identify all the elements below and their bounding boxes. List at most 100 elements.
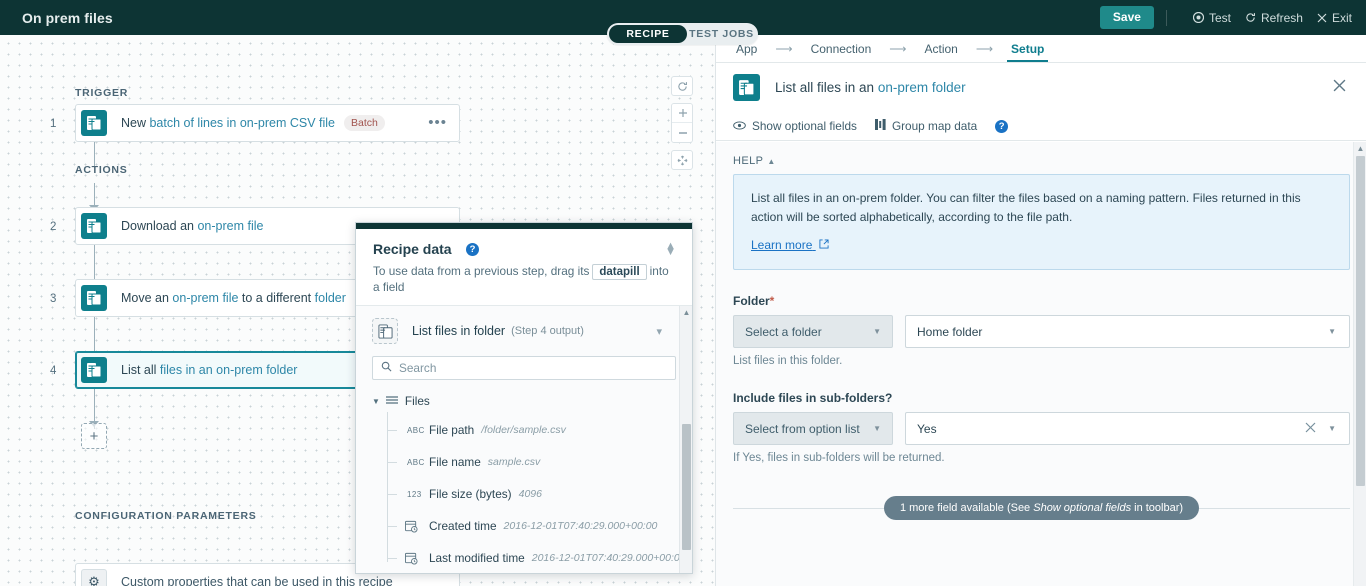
scroll-up-icon[interactable]: ▲ [680, 306, 692, 318]
datapill-tree: ▼ Files ABC File path /folder/sample.csv… [356, 394, 692, 574]
clear-icon[interactable] [1305, 421, 1316, 436]
chevron-up-icon[interactable]: ▲ [767, 157, 775, 166]
breadcrumb: App ⟶ Connection ⟶ Action ⟶ Setup [716, 35, 1366, 63]
datapill-sample-value: 2016-12-01T07:40:29.000+00:00 [532, 552, 686, 564]
group-map-icon [875, 119, 886, 133]
file-list-icon [81, 213, 107, 239]
search-box[interactable] [372, 356, 676, 380]
scrollbar-thumb[interactable] [682, 424, 691, 550]
help-section-label[interactable]: HELP▲ [733, 155, 1350, 167]
add-step-button[interactable]: + [81, 423, 107, 449]
chevron-down-icon[interactable]: ▼ [1328, 327, 1336, 336]
subfolders-value-field[interactable]: Yes ▼ [905, 412, 1350, 445]
refresh-button[interactable]: Refresh [1245, 11, 1303, 25]
step-card-1[interactable]: New batch of lines in on-prem CSV file B… [75, 104, 460, 142]
question-mark-icon[interactable]: ? [466, 243, 479, 256]
step-3-link[interactable]: on-prem file [172, 291, 238, 305]
recipe-data-source-row[interactable]: List files in folder (Step 4 output) ▾ [356, 306, 692, 344]
breadcrumb-setup[interactable]: Setup [1007, 42, 1048, 62]
show-optional-fields-button[interactable]: Show optional fields [733, 119, 857, 133]
datapill-row[interactable]: Last modified time 2016-12-01T07:40:29.0… [372, 542, 692, 574]
arrow-right-icon: ⟶ [875, 42, 920, 62]
chevron-down-icon: ▼ [873, 327, 881, 336]
toolbar-divider [1166, 10, 1167, 26]
scrollbar-thumb[interactable] [1356, 156, 1365, 486]
subfolders-hint: If Yes, files in sub-folders will be ret… [733, 452, 1350, 464]
action-title-link[interactable]: on-prem folder [878, 80, 966, 95]
number-type-icon: 123 [407, 490, 429, 499]
required-asterisk: * [770, 294, 775, 308]
folder-type-select[interactable]: Select a folder ▼ [733, 315, 893, 348]
abc-type-icon: ABC [407, 426, 429, 435]
fit-to-screen-icon[interactable] [671, 150, 693, 170]
test-button[interactable]: Test [1193, 11, 1231, 25]
caret-down-icon[interactable]: ▼ [372, 397, 380, 406]
recipe-data-body: List files in folder (Step 4 output) ▾ ▼… [356, 306, 692, 574]
chevron-down-icon[interactable]: ▼ [1328, 424, 1336, 433]
action-title-text: List all files in an [775, 80, 878, 95]
more-fields-badge[interactable]: 1 more field available (See Show optiona… [884, 496, 1199, 520]
datapill-sample-value: 4096 [519, 488, 542, 500]
plus-icon[interactable] [672, 104, 693, 123]
abc-type-icon: ABC [407, 458, 429, 467]
help-box: List all files in an on-prem folder. You… [733, 174, 1350, 270]
datapill-row[interactable]: ABC File path /folder/sample.csv [372, 414, 692, 446]
learn-more-link[interactable]: Learn more [751, 238, 829, 252]
step-3-link2[interactable]: folder [315, 291, 346, 305]
scroll-up-icon[interactable]: ▲ [1354, 142, 1366, 154]
close-icon[interactable] [1333, 79, 1346, 96]
step-1-menu-button[interactable]: ••• [428, 119, 447, 127]
collapse-toggle-icon[interactable]: ▲▼ [665, 243, 676, 255]
tab-recipe[interactable]: RECIPE [609, 25, 687, 43]
learn-more-label: Learn more [751, 238, 812, 252]
datapill-row[interactable]: 123 File size (bytes) 4096 [372, 478, 692, 510]
group-map-data-button[interactable]: Group map data [875, 119, 977, 133]
breadcrumb-connection[interactable]: Connection [807, 42, 876, 62]
source-step-output: (Step 4 output) [511, 325, 584, 337]
search-input[interactable] [399, 361, 659, 375]
chevron-down-icon[interactable]: ▾ [656, 325, 662, 338]
breadcrumb-app[interactable]: App [732, 42, 761, 62]
mode-tabs: RECIPE TEST JOBS [607, 23, 758, 45]
step-2-text-before: Download an [121, 219, 197, 233]
datapill-sample-value: sample.csv [488, 456, 541, 468]
action-toolbar: Show optional fields Group map data ? [716, 112, 1366, 141]
minus-icon[interactable] [672, 123, 693, 142]
subtitle-before: To use data from a previous step, drag i… [373, 264, 589, 278]
breadcrumb-action[interactable]: Action [920, 42, 961, 62]
more-fields-text-after: in toolbar) [1131, 502, 1183, 514]
step-2-link[interactable]: on-prem file [197, 219, 263, 233]
more-fields-text-italic: Show optional fields [1033, 502, 1131, 514]
folder-value-text: Home folder [917, 325, 982, 339]
field-row-subfolders: Select from option list ▼ Yes ▼ [733, 412, 1350, 445]
recipe-data-scrollbar[interactable]: ▲ ▼ [679, 306, 692, 574]
app-root: On prem files Save Test Refresh Exit [0, 0, 1366, 586]
tree-group-files[interactable]: ▼ Files [372, 394, 692, 408]
step-number-4: 4 [50, 365, 56, 377]
exit-button[interactable]: Exit [1317, 11, 1352, 25]
step-number-2: 2 [50, 221, 56, 233]
config-pane-scrollbar[interactable]: ▲ [1353, 142, 1366, 586]
datapill-row[interactable]: Created time 2016-12-01T07:40:29.000+00:… [372, 510, 692, 542]
datapill-label: File path [429, 423, 474, 437]
step-label-2: Download an on-prem file [121, 219, 263, 233]
question-mark-icon[interactable]: ? [995, 120, 1008, 133]
reset-icon[interactable] [671, 76, 693, 96]
source-step-name: List files in folder [412, 324, 505, 338]
folder-hint: List files in this folder. [733, 355, 1350, 367]
gear-icon: ⚙ [81, 569, 107, 586]
datapill-chip[interactable]: datapill [592, 264, 646, 280]
step-4-link[interactable]: files in an on-prem folder [160, 363, 298, 377]
datapill-row[interactable]: ABC File name sample.csv [372, 446, 692, 478]
show-optional-fields-label: Show optional fields [752, 119, 857, 133]
tab-test-jobs[interactable]: TEST JOBS [687, 25, 756, 43]
action-config-pane: App ⟶ Connection ⟶ Action ⟶ Setup List a… [715, 35, 1366, 586]
subfolders-type-select[interactable]: Select from option list ▼ [733, 412, 893, 445]
test-icon [1193, 12, 1204, 23]
save-button[interactable]: Save [1100, 6, 1154, 29]
folder-value-field[interactable]: Home folder ▼ [905, 315, 1350, 348]
step-1-link[interactable]: batch of lines in on-prem CSV file [149, 116, 335, 130]
help-body-text: List all files in an on-prem folder. You… [751, 189, 1332, 227]
action-title: List all files in an on-prem folder [775, 80, 966, 95]
step-1-text-before: New [121, 116, 149, 130]
